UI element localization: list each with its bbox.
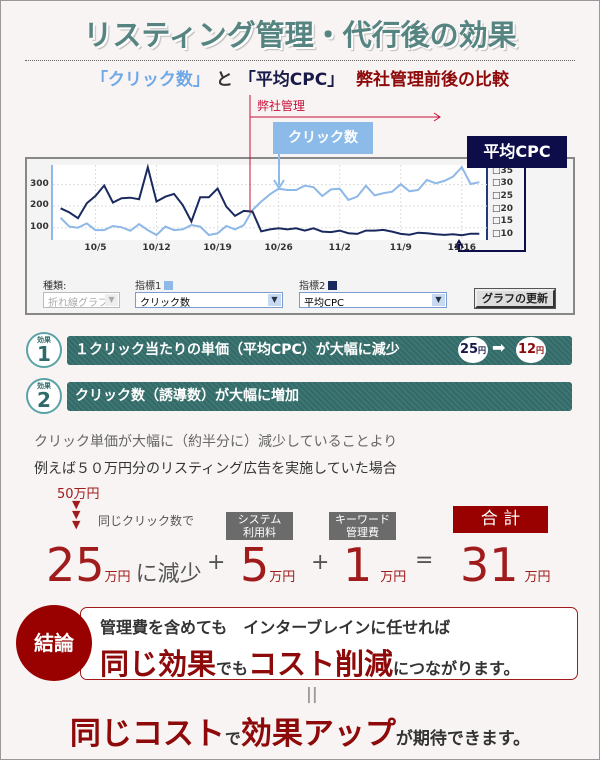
text: につながります。	[393, 659, 520, 678]
metric2-select[interactable]: 平均CPC ▼	[299, 292, 447, 309]
before-value: 25	[459, 342, 479, 357]
cpc-series-line	[60, 163, 480, 237]
text: が期待できます。	[395, 729, 531, 749]
y-right-tick-label: □15	[492, 216, 514, 227]
metric1-text: 指標1	[135, 281, 162, 292]
y-right-tick-label: □20	[492, 203, 514, 214]
chevron-down-icon: ▼	[105, 294, 118, 306]
arrow-right-icon: ➡	[492, 338, 506, 357]
conclusion-line2: 同じ効果でもコスト削減につながります。	[100, 641, 519, 683]
cost-reduction: コスト削減	[248, 647, 394, 681]
chevron-down-icon: ▼	[432, 294, 445, 306]
clicks-series-line	[59, 165, 480, 237]
type-label: 種類:	[43, 281, 67, 292]
decrease-label: に減少	[135, 562, 202, 587]
after-cpc: 12円	[516, 337, 546, 363]
total-label: 合 計	[453, 506, 548, 533]
reduced-value: 25	[46, 538, 105, 592]
system-fee-label: システム 利用料	[226, 512, 293, 540]
yen-unit: 円	[478, 346, 487, 355]
keyword-fee-line1: キーワード	[335, 513, 390, 526]
explain-line1: クリック単価が大幅に（約半分に）減少していることより	[34, 434, 398, 450]
x-tick-label: 11/16	[447, 243, 476, 253]
metric1-value: クリック数	[140, 298, 190, 309]
y-right-tick-label: □10	[492, 228, 514, 239]
unit: 万円	[104, 570, 131, 585]
after-value: 12	[517, 342, 537, 357]
x-tick-label: 10/12	[142, 243, 171, 253]
y-right-tick-label: □25	[492, 190, 514, 201]
effect-up: 効果アップ	[240, 716, 396, 752]
text: で	[224, 729, 241, 748]
yen-unit: 円	[536, 346, 545, 355]
x-tick-label: 10/5	[84, 243, 107, 253]
same-clicks-label: 同じクリック数で	[98, 514, 195, 528]
clicks-callout: クリック数	[273, 122, 373, 154]
effect-2-badge: 効果 2	[26, 378, 62, 414]
keyword-fee-value: 1 万円	[343, 542, 406, 588]
system-fee-line1: システム	[237, 513, 282, 526]
calc-row: 25万円 に減少	[46, 542, 202, 588]
plus-sign: +	[207, 550, 226, 575]
x-tick-label: 10/26	[264, 243, 293, 253]
down-triangles-icon: ▼ ▼ ▼	[72, 498, 81, 531]
metric1-swatch	[164, 281, 174, 290]
unit: 万円	[524, 570, 551, 585]
y-right-tick-label: □30	[492, 178, 514, 189]
conclusion-line3: 同じコストで効果アップが期待できます。	[0, 708, 600, 753]
unit: 万円	[269, 570, 296, 585]
same-effect: 同じ効果	[100, 647, 217, 681]
conclusion-badge: 結論	[16, 605, 92, 681]
metric1-label: 指標1	[135, 277, 174, 292]
badge-number: 2	[37, 388, 51, 412]
x-tick-label: 11/9	[389, 243, 412, 253]
managed-label: 弊社管理	[257, 99, 306, 113]
metric2-label: 指標2	[299, 277, 338, 292]
before-cpc: 25円	[458, 337, 488, 363]
effect-1-badge: 効果 1	[26, 332, 62, 368]
conclusion-line1: 管理費を含めても インターブレインに任せれば	[100, 618, 451, 637]
cpc-callout: 平均CPC	[467, 136, 567, 168]
keyword-fee-label: キーワード 管理費	[329, 512, 396, 540]
same-cost: 同じコスト	[69, 716, 225, 752]
equals-vertical: ||	[306, 684, 318, 703]
metric2-text: 指標2	[299, 281, 326, 292]
y-left-tick-label: 200	[30, 200, 49, 211]
x-tick-label: 10/19	[203, 243, 232, 253]
type-select[interactable]: 折れ線グラフ ▼	[43, 292, 120, 309]
y-left-tick-label: 100	[30, 221, 49, 232]
keyword-fee-number: 1	[343, 538, 373, 592]
metric2-value: 平均CPC	[304, 298, 344, 309]
explain-line2: 例えば５０万円分のリスティング広告を実施していた場合	[34, 461, 397, 477]
total-number: 31	[460, 538, 519, 592]
x-tick-label: 11/2	[328, 243, 351, 253]
equals-sign: =	[415, 548, 434, 573]
y-left-tick-label: 300	[30, 178, 49, 189]
chevron-down-icon: ▼	[268, 294, 281, 306]
plus-sign: +	[311, 550, 330, 575]
system-fee-value: 5万円	[240, 542, 295, 588]
unit: 万円	[380, 570, 407, 585]
update-graph-button[interactable]: グラフの更新	[474, 288, 556, 309]
total-value: 31 万円	[460, 542, 551, 588]
effect-2-bar: クリック数（誘導数）が大幅に増加	[67, 382, 572, 411]
badge-number: 1	[37, 342, 51, 366]
metric2-swatch	[328, 281, 338, 290]
metric1-select[interactable]: クリック数 ▼	[135, 292, 283, 309]
type-value: 折れ線グラフ	[48, 298, 108, 309]
system-fee-number: 5	[240, 538, 270, 592]
text: でも	[216, 659, 249, 678]
